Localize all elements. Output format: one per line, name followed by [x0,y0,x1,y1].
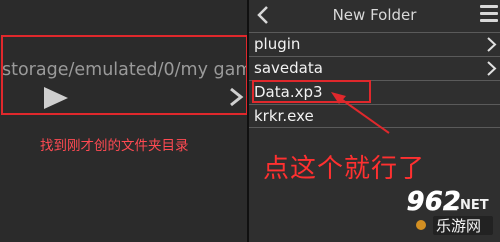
site-watermark-logo: 962 .NET 乐游网 [404,189,493,235]
annotation-hint-left: 找到刚才创的文件夹目录 [40,138,189,154]
svg-text:.NET: .NET [455,198,489,213]
annotation-box-path [1,35,247,115]
annotation-hint-right: 点这个就行了 [263,154,426,184]
svg-text:乐游网: 乐游网 [436,217,481,235]
left-pane: storage/emulated/0/my game 找到刚才创的文件夹目录 [0,0,247,242]
